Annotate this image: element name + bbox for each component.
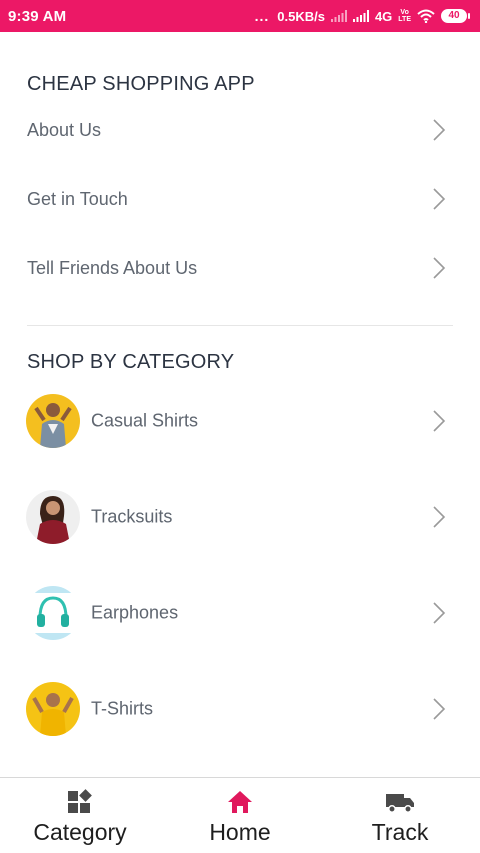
nav-label: Category — [33, 819, 127, 845]
menu-item-about-us[interactable]: About Us — [0, 110, 480, 150]
chevron-right-icon — [433, 410, 446, 432]
category-item-tracksuits[interactable]: Tracksuits — [0, 487, 480, 547]
menu-item-label: Tell Friends About Us — [27, 257, 198, 278]
volte-icon: Vo LTE — [398, 9, 411, 23]
nav-item-track[interactable]: Track — [320, 778, 480, 853]
chevron-right-icon — [433, 602, 446, 624]
signal-icon — [330, 10, 347, 22]
t-shirts-thumbnail — [26, 682, 80, 736]
section-divider — [27, 325, 453, 326]
tracksuits-thumbnail — [26, 490, 80, 544]
chevron-right-icon — [433, 257, 446, 279]
nav-label: Home — [209, 819, 271, 845]
chevron-right-icon — [433, 506, 446, 528]
home-icon — [228, 791, 252, 813]
menu-item-tell-friends[interactable]: Tell Friends About Us — [0, 248, 480, 288]
network-type: 4G — [374, 8, 393, 24]
nav-label: Track — [371, 819, 429, 845]
chevron-right-icon — [433, 188, 446, 210]
status-bar: 9:39 AM ... 0.5KB/s 4G Vo LTE 40 — [0, 0, 480, 32]
wifi-icon — [417, 9, 435, 23]
menu-item-label: About Us — [27, 119, 102, 140]
category-item-earphones[interactable]: Earphones — [0, 583, 480, 643]
signal-icon — [352, 10, 369, 22]
nav-item-home[interactable]: Home — [160, 778, 320, 853]
category-section-title: SHOP BY CATEGORY — [27, 351, 235, 373]
category-item-t-shirts[interactable]: T-Shirts — [0, 679, 480, 739]
app-section-title: CHEAP SHOPPING APP — [27, 73, 255, 95]
battery-icon: 40 — [441, 9, 470, 23]
category-item-casual-shirts[interactable]: Casual Shirts — [0, 391, 480, 451]
truck-icon — [386, 794, 414, 813]
earphones-thumbnail — [26, 586, 80, 640]
bottom-nav: Category Home Track — [0, 777, 480, 853]
chevron-right-icon — [433, 119, 446, 141]
more-dots: ... — [254, 8, 270, 24]
status-time: 9:39 AM — [8, 7, 67, 25]
menu-item-get-in-touch[interactable]: Get in Touch — [0, 179, 480, 219]
chevron-right-icon — [433, 698, 446, 720]
status-indicators: ... 0.5KB/s 4G Vo LTE 40 — [255, 8, 470, 24]
network-speed: 0.5KB/s — [277, 8, 325, 24]
category-label: Earphones — [91, 602, 179, 623]
category-label: Tracksuits — [91, 506, 173, 527]
nav-item-category[interactable]: Category — [0, 778, 160, 853]
menu-item-label: Get in Touch — [27, 188, 128, 209]
battery-level: 40 — [441, 9, 467, 23]
category-label: T-Shirts — [91, 698, 154, 719]
casual-shirts-thumbnail — [26, 394, 80, 448]
category-label: Casual Shirts — [91, 410, 199, 431]
category-grid-icon — [68, 789, 92, 813]
